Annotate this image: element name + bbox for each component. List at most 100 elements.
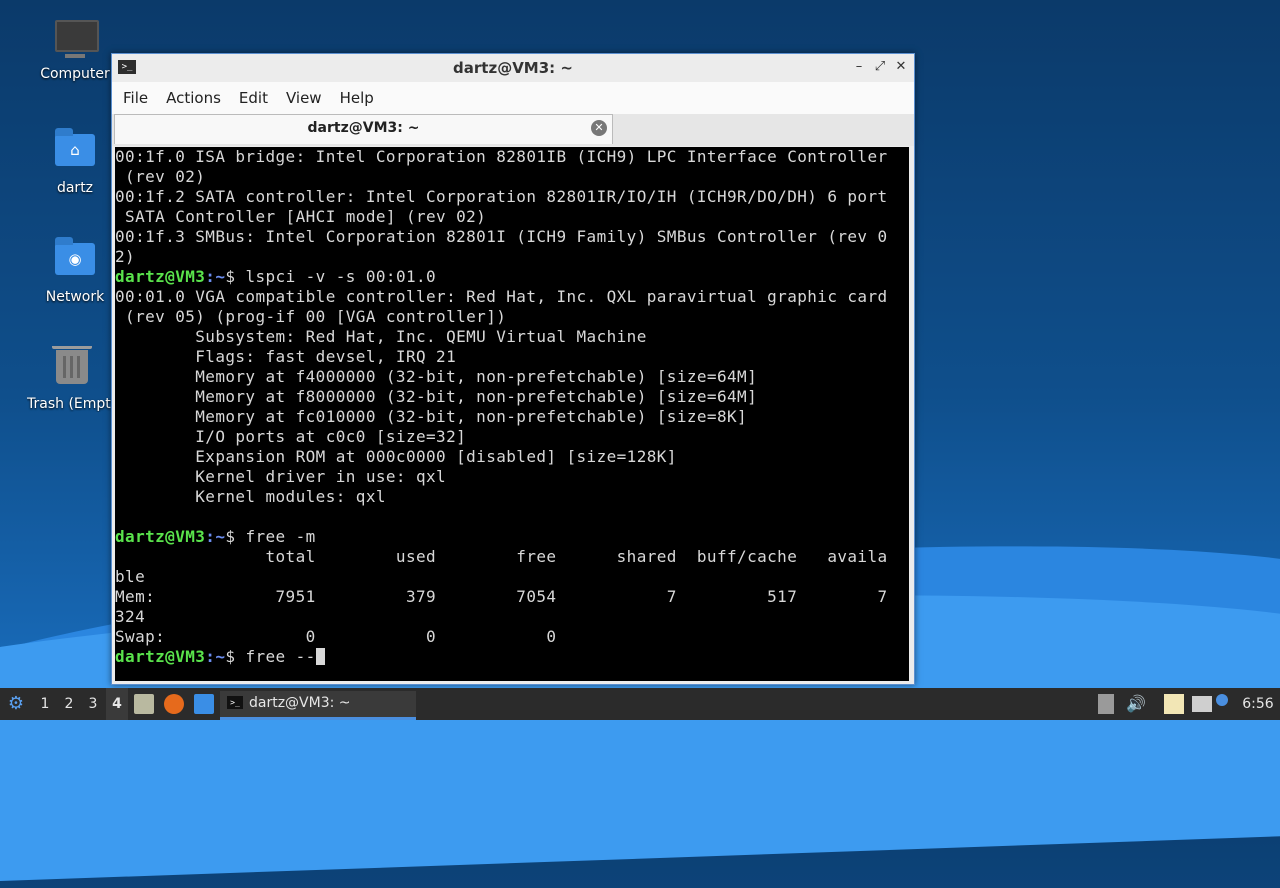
terminal-line: Swap: 0 0 0 (115, 627, 909, 647)
terminal-icon: >_ (227, 696, 243, 709)
close-button[interactable]: ✕ (892, 58, 910, 76)
menu-view[interactable]: View (277, 89, 331, 107)
computer-icon (53, 20, 99, 60)
menu-help[interactable]: Help (331, 89, 383, 107)
line-text: 00:1f.3 SMBus: Intel Corporation 82801I … (115, 227, 888, 246)
line-text: I/O ports at c0c0 [size=32] (115, 427, 467, 446)
tab-label: dartz@VM3: ~ (307, 120, 420, 136)
minimize-button[interactable]: – (850, 58, 868, 76)
window-title: dartz@VM3: ~ (453, 59, 573, 77)
workspace-3[interactable]: 3 (82, 688, 104, 720)
line-text: Swap: 0 0 0 (115, 627, 557, 646)
terminal-line: Subsystem: Red Hat, Inc. QEMU Virtual Ma… (115, 327, 909, 347)
prompt-user: dartz@VM3 (115, 267, 206, 286)
terminal-line: I/O ports at c0c0 [size=32] (115, 427, 909, 447)
terminal-line: Memory at fc010000 (32-bit, non-prefetch… (115, 407, 909, 427)
update-notifier-icon[interactable] (1216, 694, 1228, 706)
menu-bar: File Actions Edit View Help (112, 82, 914, 114)
line-text: Memory at fc010000 (32-bit, non-prefetch… (115, 407, 748, 426)
line-text: lspci -v -s 00:01.0 (235, 267, 437, 286)
line-text: SATA Controller [AHCI mode] (rev 02) (115, 207, 487, 226)
line-text: Memory at f4000000 (32-bit, non-prefetch… (115, 367, 758, 386)
terminal-line: Mem: 7951 379 7054 7 517 7 (115, 587, 909, 607)
line-text: Kernel modules: qxl (115, 487, 386, 506)
terminal-output[interactable]: 00:1f.0 ISA bridge: Intel Corporation 82… (115, 147, 909, 681)
terminal-line: (rev 02) (115, 167, 909, 187)
line-text: Subsystem: Red Hat, Inc. QEMU Virtual Ma… (115, 327, 647, 346)
line-text: Flags: fast devsel, IRQ 21 (115, 347, 457, 366)
desktop-icon-label: dartz (56, 180, 94, 196)
maximize-button[interactable]: ⤢ (871, 58, 889, 76)
terminal-line: Memory at f4000000 (32-bit, non-prefetch… (115, 367, 909, 387)
menu-file[interactable]: File (114, 89, 157, 107)
workspace-2[interactable]: 2 (58, 688, 80, 720)
terminal-line: 2) (115, 247, 909, 267)
terminal-line: 00:1f.3 SMBus: Intel Corporation 82801I … (115, 227, 909, 247)
line-text: 00:01.0 VGA compatible controller: Red H… (115, 287, 888, 306)
terminal-line: 00:1f.0 ISA bridge: Intel Corporation 82… (115, 147, 909, 167)
line-text: free -- (235, 647, 316, 666)
terminal-line: 00:01.0 VGA compatible controller: Red H… (115, 287, 909, 307)
task-label: dartz@VM3: ~ (249, 695, 351, 711)
file-manager-icon[interactable] (134, 694, 154, 714)
line-text: free -m (235, 527, 316, 546)
terminal-line: (rev 05) (prog-if 00 [VGA controller]) (115, 307, 909, 327)
line-text: total used free shared buff/cache availa (115, 547, 888, 566)
show-desktop-icon[interactable] (194, 694, 214, 714)
desktop-icon-trash[interactable]: Trash (Empty) (27, 346, 117, 412)
line-text: 00:1f.2 SATA controller: Intel Corporati… (115, 187, 888, 206)
terminal-line: total used free shared buff/cache availa (115, 547, 909, 567)
app-menu-icon[interactable]: ⚙ (4, 688, 28, 720)
firefox-icon[interactable] (164, 694, 184, 714)
menu-edit[interactable]: Edit (230, 89, 277, 107)
desktop-icon-computer[interactable]: Computer (27, 20, 123, 82)
network-icon[interactable] (1192, 696, 1212, 712)
prompt-symbol: $ (225, 647, 236, 666)
workspace-1[interactable]: 1 (34, 688, 56, 720)
terminal-window: >_ dartz@VM3: ~ – ⤢ ✕ File Actions Edit … (111, 53, 915, 685)
desktop-icon-label: Network (45, 289, 105, 305)
terminal-tab[interactable]: dartz@VM3: ~ ✕ (114, 114, 613, 144)
battery-icon[interactable] (1098, 694, 1114, 714)
trash-icon (50, 346, 94, 390)
network-folder-icon: ◉ (53, 237, 97, 283)
desktop-icon-home[interactable]: ⌂ dartz (27, 128, 123, 196)
volume-icon[interactable]: 🔊 (1124, 688, 1148, 720)
desktop-icon-label: Computer (40, 66, 110, 82)
desktop-icon-network[interactable]: ◉ Network (27, 237, 123, 305)
terminal-line: SATA Controller [AHCI mode] (rev 02) (115, 207, 909, 227)
tab-close-icon[interactable]: ✕ (591, 120, 607, 136)
terminal-prompt-line: dartz@VM3:~$ free -- (115, 647, 909, 667)
line-text: 324 (115, 607, 146, 626)
taskbar-task-terminal[interactable]: >_ dartz@VM3: ~ (220, 691, 416, 720)
line-text: ble (115, 567, 146, 586)
prompt-path: :~ (205, 267, 226, 286)
line-text: (rev 05) (prog-if 00 [VGA controller]) (115, 307, 507, 326)
terminal-line: Memory at f8000000 (32-bit, non-prefetch… (115, 387, 909, 407)
terminal-prompt-line: dartz@VM3:~$ free -m (115, 527, 909, 547)
terminal-line: Kernel modules: qxl (115, 487, 909, 507)
prompt-path: :~ (205, 647, 226, 666)
terminal-line: Expansion ROM at 000c0000 [disabled] [si… (115, 447, 909, 467)
taskbar: ⚙ 1 2 3 4 >_ dartz@VM3: ~ 🔊 6:56 (0, 688, 1280, 720)
prompt-user: dartz@VM3 (115, 647, 206, 666)
terminal-prompt-line: dartz@VM3:~$ lspci -v -s 00:01.0 (115, 267, 909, 287)
workspace-4[interactable]: 4 (106, 688, 128, 720)
clipboard-icon[interactable] (1164, 694, 1184, 714)
terminal-line: 00:1f.2 SATA controller: Intel Corporati… (115, 187, 909, 207)
line-text: 2) (115, 247, 136, 266)
text-cursor (315, 648, 325, 665)
line-text: 00:1f.0 ISA bridge: Intel Corporation 82… (115, 147, 888, 166)
line-text: Expansion ROM at 000c0000 [disabled] [si… (115, 447, 677, 466)
home-folder-icon: ⌂ (53, 128, 97, 174)
line-text: (rev 02) (115, 167, 206, 186)
window-titlebar[interactable]: >_ dartz@VM3: ~ – ⤢ ✕ (112, 54, 914, 82)
line-text: Memory at f8000000 (32-bit, non-prefetch… (115, 387, 758, 406)
menu-actions[interactable]: Actions (157, 89, 230, 107)
clock[interactable]: 6:56 (1240, 688, 1276, 720)
desktop-icon-label: Trash (Empty) (27, 396, 117, 412)
prompt-path: :~ (205, 527, 226, 546)
terminal-line: 324 (115, 607, 909, 627)
tab-bar: dartz@VM3: ~ ✕ (112, 114, 914, 146)
prompt-user: dartz@VM3 (115, 527, 206, 546)
